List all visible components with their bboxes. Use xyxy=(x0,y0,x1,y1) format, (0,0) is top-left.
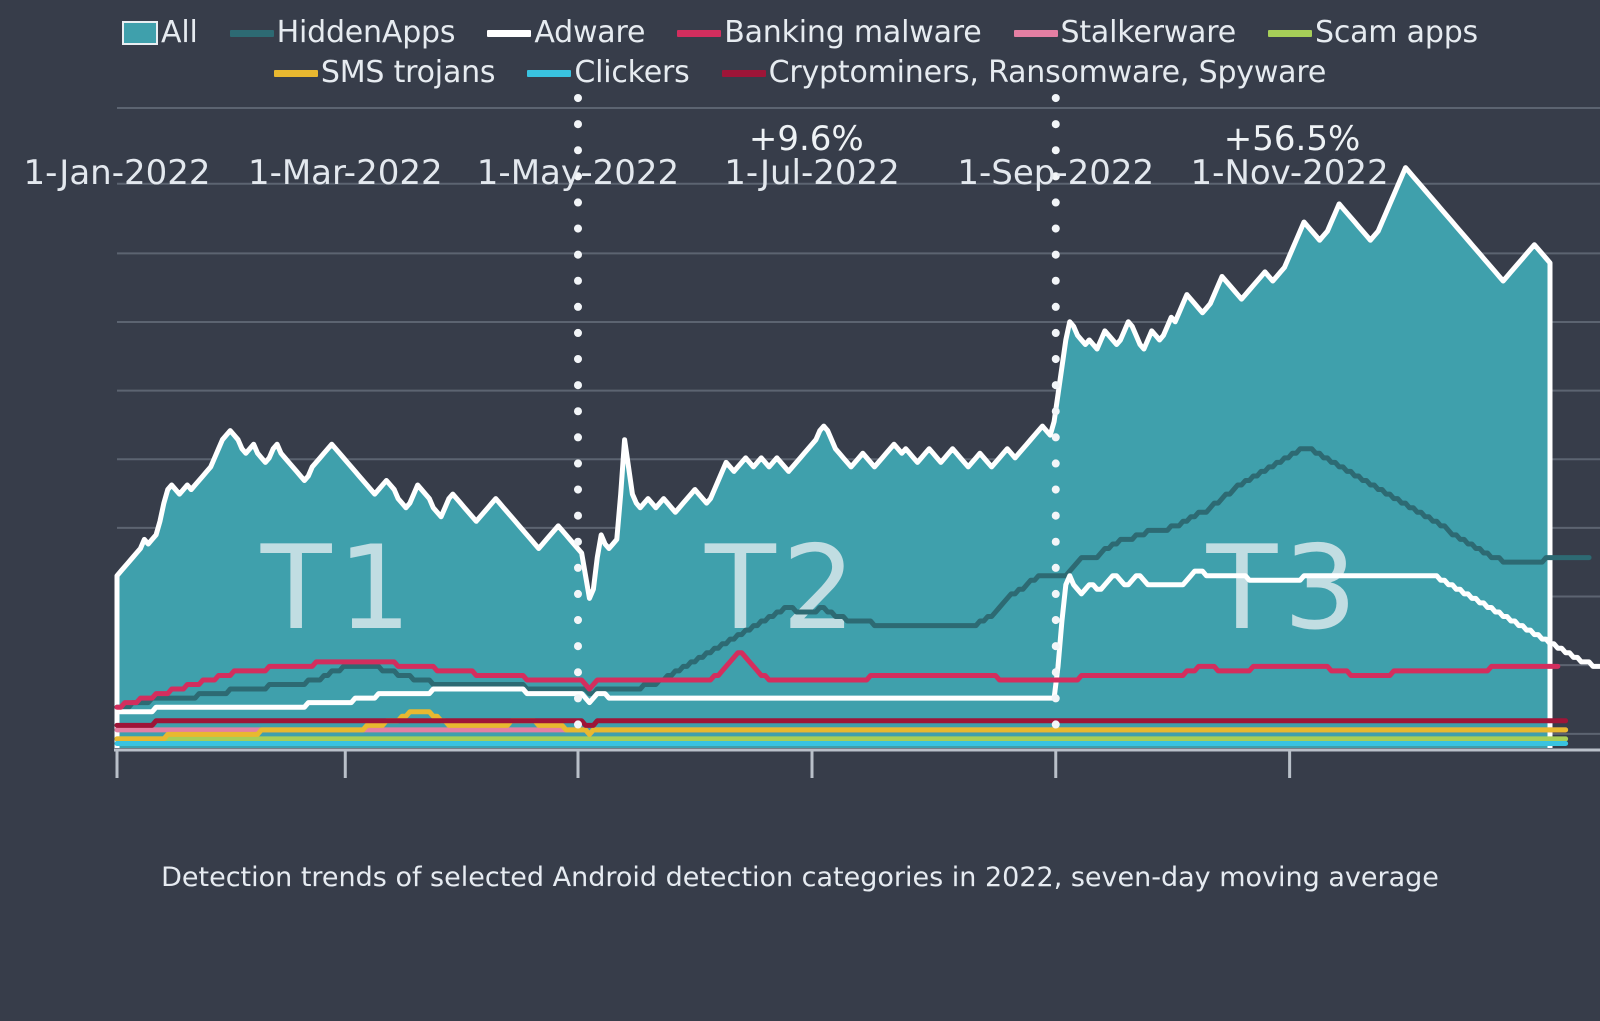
legend-item-clickers[interactable]: Clickers xyxy=(527,55,690,90)
x-axis xyxy=(114,748,1600,778)
legend-label: Adware xyxy=(534,15,646,50)
legend-label: Scam apps xyxy=(1314,15,1478,50)
legend-label: Cryptominers, Ransomware, Spyware xyxy=(768,55,1327,90)
legend-label: HiddenApps xyxy=(276,15,456,50)
legend-item-stalkerware[interactable]: Stalkerware xyxy=(1013,15,1237,50)
legend-item-sms-trojans[interactable]: SMS trojans xyxy=(273,55,496,90)
legend-row-1: All HiddenApps Adware Banking malware Stalke… xyxy=(106,18,1494,48)
legend-item-hiddenapps[interactable]: HiddenApps xyxy=(229,15,456,50)
x-tick-label: 1-Jan-2022 xyxy=(24,153,211,193)
segment-label-t1: T1 xyxy=(260,521,418,656)
x-tick-label: 1-Nov-2022 xyxy=(1191,153,1389,193)
android-detection-trends-chart: All HiddenApps Adware Banking malware Stalke… xyxy=(0,0,1600,1021)
legend-item-scam-apps[interactable]: Scam apps xyxy=(1267,15,1478,50)
legend-swatch-line-icon xyxy=(229,29,274,37)
legend-item-all[interactable]: All xyxy=(122,18,198,48)
legend-label: Clickers xyxy=(574,55,690,90)
chart-svg: T1 T2 T3 +9.6% +56.5% 1-Jan-2022 1-Mar-2022 1… xyxy=(24,94,1600,778)
legend-swatch-line-icon xyxy=(487,29,532,37)
segment-label-t3: T3 xyxy=(1206,521,1364,656)
legend-swatch-line-icon xyxy=(677,29,722,37)
x-tick-label: 1-Sep-2022 xyxy=(957,153,1154,193)
legend-label: SMS trojans xyxy=(320,55,496,90)
plot-area: T1 T2 T3 +9.6% +56.5% 1-Jan-2022 1-Mar-2022 1… xyxy=(0,88,1600,848)
legend-label: Stalkerware xyxy=(1060,15,1237,50)
legend-swatch-line-icon xyxy=(1267,29,1312,37)
legend-swatch-box-icon xyxy=(122,21,159,45)
legend-label: Banking malware xyxy=(724,15,982,50)
chart-legend: All HiddenApps Adware Banking malware Stalke… xyxy=(0,0,1600,88)
legend-swatch-line-icon xyxy=(1013,29,1058,37)
legend-item-adware[interactable]: Adware xyxy=(487,18,645,48)
legend-item-cryptominers-ransomware-spyware[interactable]: Cryptominers, Ransomware, Spyware xyxy=(721,55,1327,90)
legend-swatch-line-icon xyxy=(721,69,766,77)
x-tick-labels: 1-Jan-2022 1-Mar-2022 1-May-2022 1-Jul-2022… xyxy=(24,153,1389,193)
x-tick-label: 1-May-2022 xyxy=(477,153,679,193)
x-tick-label: 1-Jul-2022 xyxy=(724,153,900,193)
legend-swatch-line-icon xyxy=(527,69,572,77)
chart-caption: Detection trends of selected Android det… xyxy=(161,862,1439,893)
x-tick-label: 1-Mar-2022 xyxy=(248,153,443,193)
legend-row-2: SMS trojans Clickers Cryptominers, Ransomw… xyxy=(258,58,1342,88)
legend-swatch-line-icon xyxy=(273,69,318,77)
legend-item-banking-malware[interactable]: Banking malware xyxy=(677,15,982,50)
legend-label: All xyxy=(161,15,198,50)
segment-label-t2: T2 xyxy=(704,521,862,656)
